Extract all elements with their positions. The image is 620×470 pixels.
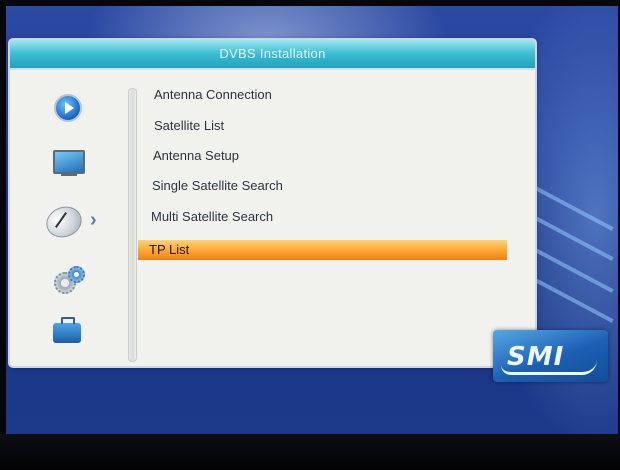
menu-item-satellite-list[interactable]: Satellite List [154,116,522,136]
play-icon[interactable] [54,94,82,122]
toolbox-icon[interactable] [53,317,81,343]
dish-shape [41,201,87,243]
tv-bezel [0,434,620,470]
installation-window: DVBS Installation › Antenna Connection S… [10,40,535,366]
menu-item-multi-satellite-search[interactable]: Multi Satellite Search [151,207,519,227]
gear-small [68,266,85,283]
settings-gears-icon[interactable] [54,266,85,294]
menu-item-single-satellite-search[interactable]: Single Satellite Search [152,176,520,196]
menu-item-label: Antenna Setup [153,148,240,163]
tv-icon[interactable] [53,150,85,176]
menu-item-label: TP List [149,242,190,257]
menu-scrollbar[interactable] [128,88,137,362]
window-title: DVBS Installation [10,40,535,70]
sidebar: › [10,70,120,366]
menu-item-label: Satellite List [154,118,225,133]
satellite-dish-icon[interactable] [41,201,87,243]
menu-item-antenna-setup[interactable]: Antenna Setup [153,146,521,166]
menu-item-antenna-connection[interactable]: Antenna Connection [154,85,522,105]
menu-item-label: Single Satellite Search [152,178,283,193]
brand-logo-swoosh [501,360,597,375]
menu-item-tp-list[interactable]: TP List [138,240,507,260]
menu-item-label: Multi Satellite Search [151,209,274,224]
brand-logo: SMI [493,330,608,382]
chevron-right-icon: › [90,209,97,231]
menu-item-label: Antenna Connection [154,87,272,102]
